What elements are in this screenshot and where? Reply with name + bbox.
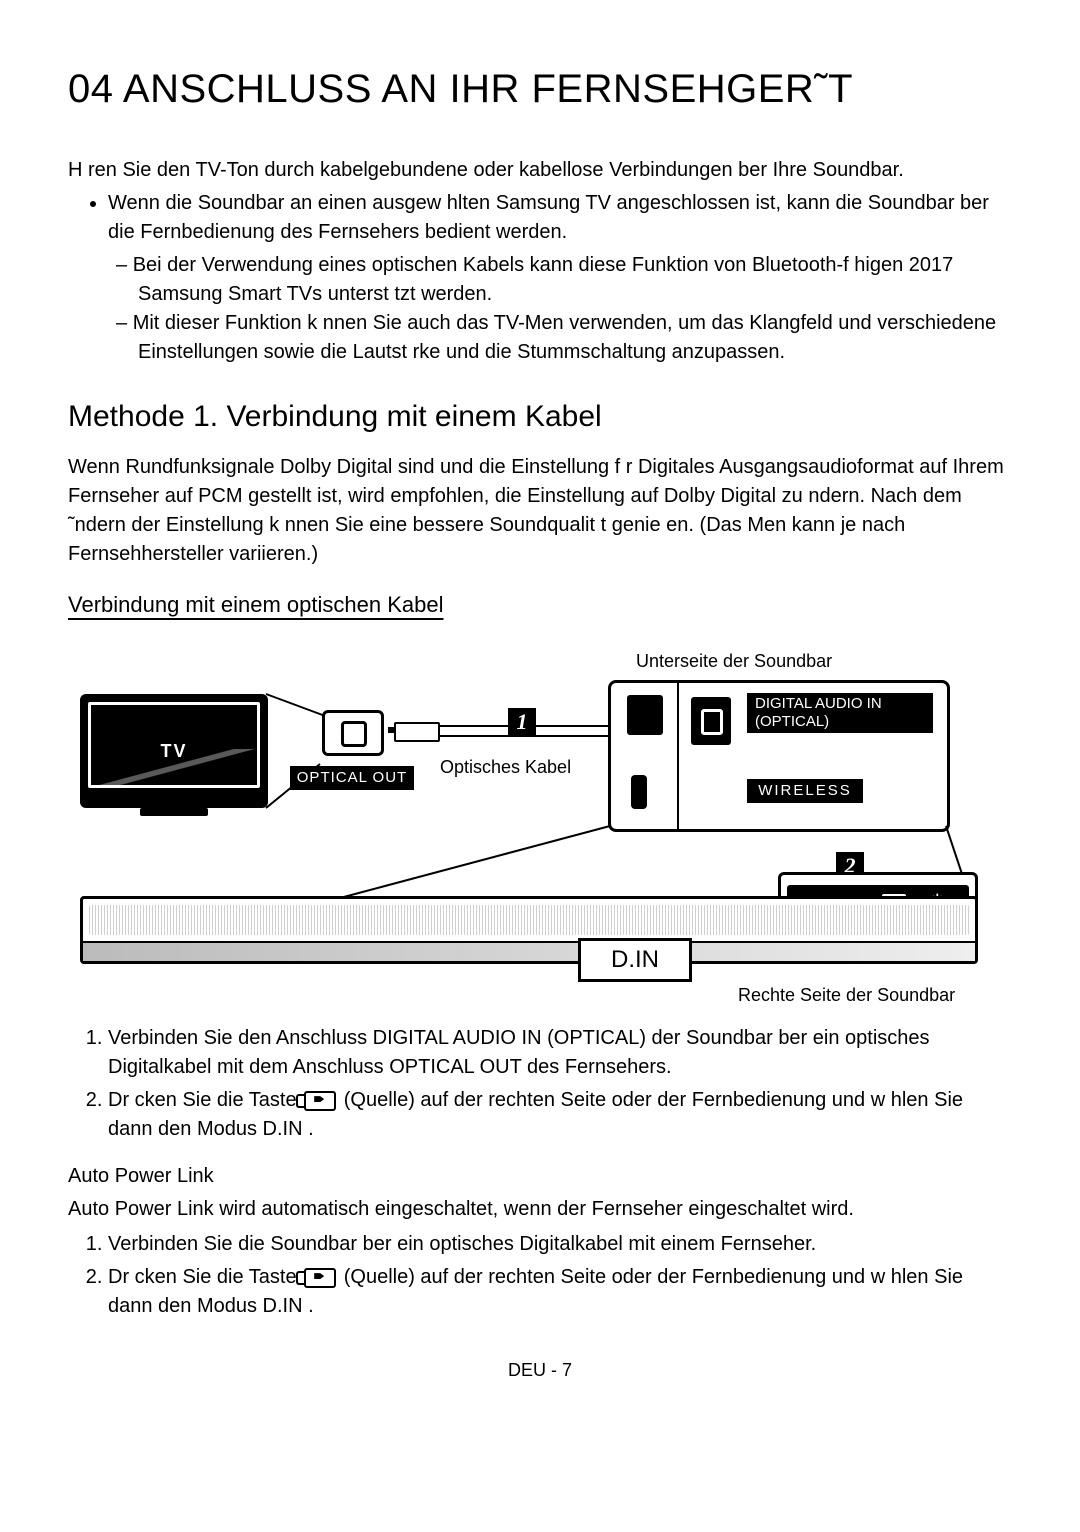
soundbar-port-panel-icon: DIGITAL AUDIO IN (OPTICAL) WIRELESS <box>608 680 950 832</box>
soundbar-bottom-label: Unterseite der Soundbar <box>636 648 832 674</box>
page-footer: DEU - 7 <box>68 1357 1012 1383</box>
bullet-item: Wenn die Soundbar an einen ausgew hlten … <box>108 189 1012 247</box>
dash-item: Bei der Verwendung eines optischen Kabel… <box>138 251 1012 309</box>
source-icon <box>304 1091 336 1111</box>
step-badge-1: 1 <box>508 708 536 736</box>
source-icon <box>304 1268 336 1288</box>
instruction-step: Dr cken Sie die Taste (Quelle) auf der r… <box>108 1263 1012 1321</box>
method1-paragraph: Wenn Rundfunksignale Dolby Digital sind … <box>68 453 1012 569</box>
tv-stand-icon <box>140 808 208 816</box>
din-display-label: D.IN <box>578 938 692 982</box>
instruction-step: Dr cken Sie die Taste (Quelle) auf der r… <box>108 1086 1012 1144</box>
method1-heading: Methode 1. Verbindung mit einem Kabel <box>68 395 1012 439</box>
optical-subheading: Verbindung mit einem optischen Kabel <box>68 589 1012 621</box>
soundbar-icon <box>80 896 978 964</box>
auto-power-link-heading: Auto Power Link <box>68 1162 1012 1191</box>
instruction-step: Verbinden Sie die Soundbar ber ein optis… <box>108 1230 1012 1259</box>
tv-label: TV <box>80 738 268 764</box>
tv-icon: TV <box>80 694 268 808</box>
optical-out-port-icon <box>322 710 384 756</box>
intro-text: H ren Sie den TV-Ton durch kabelgebunden… <box>68 156 1012 185</box>
optical-out-label: OPTICAL OUT <box>290 766 414 790</box>
soundbar-right-label: Rechte Seite der Soundbar <box>738 982 955 1008</box>
dash-item: Mit dieser Funktion k nnen Sie auch das … <box>138 309 1012 367</box>
digital-audio-in-label: DIGITAL AUDIO IN (OPTICAL) <box>747 693 933 733</box>
instruction-step: Verbinden Sie den Anschluss DIGITAL AUDI… <box>108 1024 1012 1082</box>
wireless-label: WIRELESS <box>747 779 863 803</box>
connection-diagram: Unterseite der Soundbar TV OPTICAL OUT O… <box>80 648 1000 1008</box>
auto-power-link-paragraph: Auto Power Link wird automatisch eingesc… <box>68 1195 1012 1224</box>
optical-cable-label: Optisches Kabel <box>440 754 571 780</box>
page-title: 04 ANSCHLUSS AN IHR FERNSEHGER˜T <box>68 60 1012 118</box>
